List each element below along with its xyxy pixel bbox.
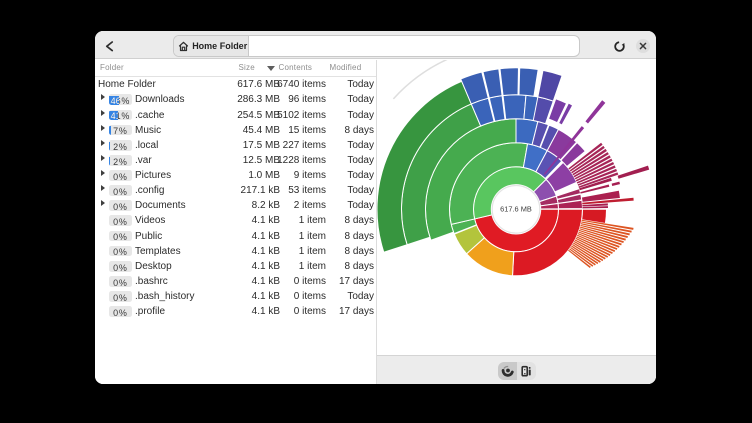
svg-text:617.6 MB: 617.6 MB [500,204,532,213]
